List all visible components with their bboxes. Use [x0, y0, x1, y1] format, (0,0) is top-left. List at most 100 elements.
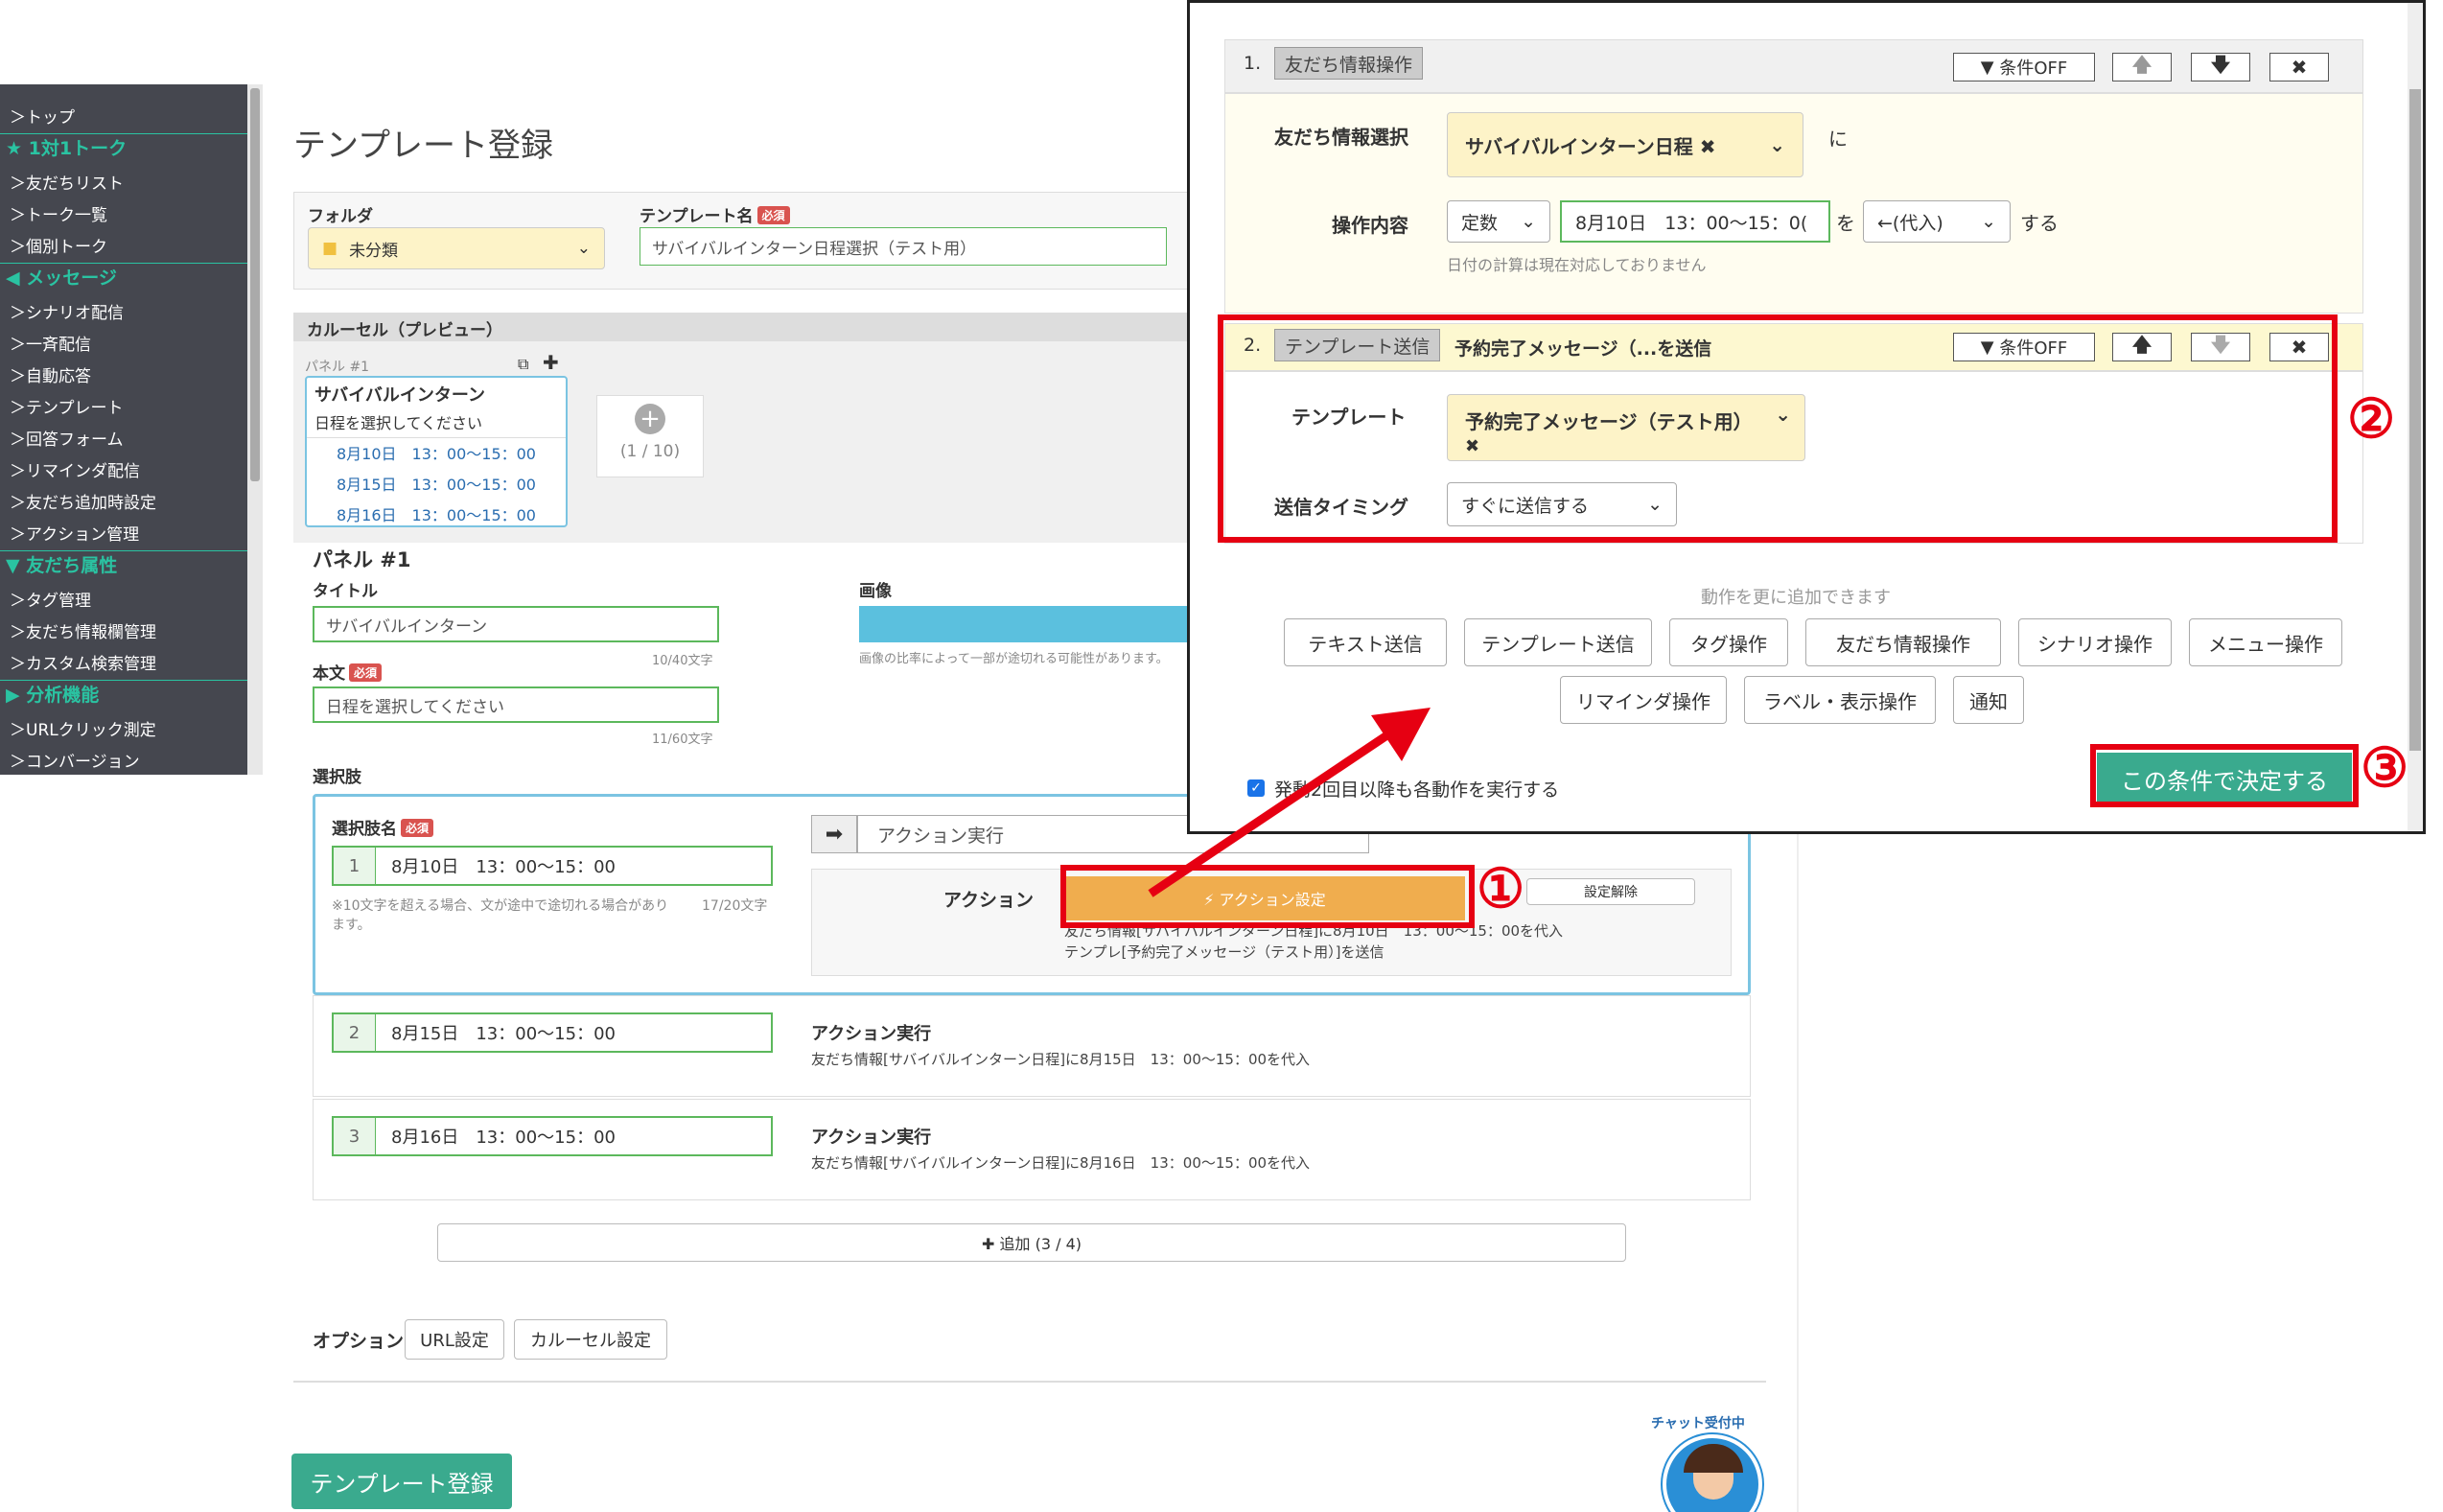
- panel-heading: パネル #1: [313, 548, 411, 571]
- action-desc: 友だち情報[サバイバルインターン日程]に8月15日 13：00〜15：00を代入: [811, 1051, 1311, 1068]
- choice-count: 17/20文字: [702, 898, 768, 914]
- carousel-setting-button[interactable]: カルーセル設定: [514, 1319, 667, 1360]
- operator-avatar: [1663, 1434, 1762, 1512]
- arrow-down-icon[interactable]: 🡇: [2191, 53, 2250, 81]
- friend-info-select[interactable]: サバイバルインターン日程 ✖ ⌄: [1447, 112, 1803, 177]
- sidebar-item[interactable]: ＞個別トーク: [10, 233, 107, 257]
- preview-title: サバイバルインターン: [314, 385, 486, 406]
- sidebar-section: ★ 1対1トーク: [0, 133, 247, 160]
- annotation-2: ②: [2347, 387, 2396, 451]
- add-action-button[interactable]: リマインダ操作: [1560, 676, 1727, 724]
- add-actions-note: 動作を更に追加できます: [1701, 588, 1891, 608]
- sidebar-item[interactable]: ＞コンバージョン: [10, 748, 140, 772]
- action-clear-button[interactable]: 設定解除: [1526, 878, 1695, 905]
- particle-wo: を: [1836, 212, 1855, 235]
- add-action-button[interactable]: タグ操作: [1669, 618, 1788, 666]
- action-desc: 友だち情報[サバイバルインターン日程]に8月16日 13：00〜15：00を代入: [811, 1154, 1311, 1172]
- body-count: 11/60文字: [652, 733, 713, 747]
- title-label: タイトル: [313, 582, 378, 601]
- option-label: オプション: [313, 1331, 405, 1352]
- friend-info-label: 友だち情報選択: [1274, 126, 1408, 149]
- sidebar: ＞トップ ★ 1対1トーク ＞友だちリスト ＞トーク一覧 ＞個別トーク ◀ メッセージ ＞シ…: [0, 84, 247, 775]
- chevron-down-icon: ⌄: [1521, 211, 1536, 232]
- folder-select[interactable]: ■ 未分類 ⌄: [308, 227, 605, 269]
- sidebar-item[interactable]: ＞一斉配信: [10, 331, 91, 355]
- date-note: 日付の計算は現在対応しておりません: [1447, 256, 1707, 274]
- modal-scrollbar[interactable]: [2408, 3, 2423, 831]
- preview-panel[interactable]: サバイバルインターン 日程を選択してください 8月10日 13：00〜15：00…: [305, 376, 568, 527]
- panel-counter: (1 / 10): [619, 442, 681, 461]
- plus-circle-icon: +: [635, 404, 665, 434]
- operation-value-input[interactable]: 8月10日 13：00〜15：0(: [1560, 200, 1830, 243]
- image-upload-area[interactable]: [859, 606, 1195, 642]
- template-header-card: フォルダ ■ 未分類 ⌄ テンプレート名 必須 サバイバルインターン日程選択（テス…: [293, 192, 1195, 290]
- sidebar-item[interactable]: ＞トーク一覧: [10, 201, 107, 225]
- add-action-button[interactable]: テンプレート送信: [1464, 618, 1652, 666]
- operation-type-select[interactable]: 定数 ⌄: [1447, 200, 1550, 243]
- action-title: アクション実行: [811, 1024, 932, 1044]
- sidebar-item[interactable]: ＞カスタム検索管理: [10, 650, 156, 674]
- add-panel-button[interactable]: + (1 / 10): [596, 395, 704, 477]
- plus-icon[interactable]: ✚: [543, 351, 559, 374]
- sidebar-item[interactable]: ＞友だち情報欄管理: [10, 618, 156, 642]
- filter-icon: ▼: [1980, 57, 1994, 78]
- sidebar-section: ◀ メッセージ: [0, 263, 247, 290]
- choice-input-2[interactable]: 2 8月15日 13：00〜15：00: [332, 1012, 773, 1053]
- operation-mode-select[interactable]: ←(代入) ⌄: [1863, 200, 2011, 243]
- sidebar-item[interactable]: ＞アクション管理: [10, 521, 139, 545]
- preview-panel-tag: パネル #1: [305, 360, 370, 375]
- sidebar-scrollbar[interactable]: [247, 84, 263, 775]
- sidebar-item[interactable]: ＞友だち追加時設定: [10, 489, 156, 513]
- chat-support-badge[interactable]: チャット受付中: [1630, 1413, 1783, 1512]
- sidebar-item[interactable]: ＞自動応答: [10, 362, 91, 386]
- body-textarea[interactable]: 日程を選択してください: [313, 686, 719, 723]
- add-action-button[interactable]: テキスト送信: [1284, 618, 1447, 666]
- image-note: 画像の比率によって一部が途切れる可能性があります。: [859, 652, 1169, 666]
- sidebar-item[interactable]: ＞タグ管理: [10, 587, 91, 611]
- preview-option[interactable]: 8月15日 13：00〜15：00: [307, 469, 566, 500]
- title-input[interactable]: サバイバルインターン: [313, 606, 719, 642]
- sidebar-item[interactable]: ＞リマインダ配信: [10, 457, 140, 481]
- sidebar-item[interactable]: ＞テンプレート: [10, 394, 124, 418]
- sidebar-item[interactable]: ＞友だちリスト: [10, 170, 124, 194]
- folder-value: 未分類: [349, 241, 399, 261]
- preview-option[interactable]: 8月10日 13：00〜15：00: [307, 438, 566, 469]
- sidebar-item[interactable]: ＞シナリオ配信: [10, 299, 124, 323]
- close-icon[interactable]: ✖: [2269, 53, 2329, 81]
- arrow-right-icon: ➡: [811, 815, 857, 853]
- action-title: アクション実行: [811, 1128, 932, 1148]
- choices-label: 選択肢: [313, 768, 361, 787]
- choice-input-3[interactable]: 3 8月16日 13：00〜15：00: [332, 1116, 773, 1156]
- copy-icon[interactable]: ⧉: [518, 355, 528, 374]
- template-name-label: テンプレート名 必須: [640, 202, 790, 226]
- add-action-button[interactable]: 通知: [1953, 676, 2024, 724]
- sidebar-section: ▼ 友だち属性: [0, 550, 247, 577]
- action-desc: テンプレ[予約完了メッセージ（テスト用）]を送信: [1064, 943, 1384, 961]
- add-action-button[interactable]: シナリオ操作: [2018, 618, 2172, 666]
- url-setting-button[interactable]: URL設定: [405, 1319, 504, 1360]
- add-choice-button[interactable]: ✚ 追加 (3 / 4): [437, 1223, 1626, 1262]
- template-name-input[interactable]: サバイバルインターン日程選択（テスト用）: [640, 227, 1167, 266]
- add-action-button[interactable]: ラベル・表示操作: [1744, 676, 1936, 724]
- arrow-up-icon[interactable]: 🡅: [2112, 53, 2172, 81]
- chevron-down-icon: ⌄: [1769, 133, 1785, 156]
- sidebar-item[interactable]: ＞回答フォーム: [10, 426, 124, 450]
- sidebar-section: ▶ 分析機能: [0, 680, 247, 707]
- red-arrow: [1148, 708, 1431, 897]
- sidebar-item[interactable]: ＞トップ: [10, 104, 75, 128]
- folder-icon: ■: [322, 239, 338, 258]
- sidebar-item[interactable]: ＞URLクリック測定: [10, 716, 156, 740]
- condition-off-button[interactable]: ▼ 条件OFF: [1953, 53, 2095, 81]
- divider: [293, 1381, 1766, 1383]
- chevron-down-icon: ⌄: [1981, 211, 1996, 232]
- add-action-button[interactable]: 友だち情報操作: [1805, 618, 2001, 666]
- step-index: 1.: [1244, 53, 1262, 74]
- preview-option[interactable]: 8月16日 13：00〜15：00: [307, 500, 566, 530]
- register-template-button[interactable]: テンプレート登録: [291, 1454, 512, 1509]
- page-title: テンプレート登録: [293, 127, 553, 165]
- title-count: 10/40文字: [652, 654, 713, 668]
- choice-note: ※10文字を超える場合、文が途中で途切れる場合があります。: [332, 898, 669, 933]
- highlight-box-3: [2090, 744, 2359, 807]
- choice-input-1[interactable]: 1 8月10日 13：00〜15：00: [332, 846, 773, 886]
- add-action-button[interactable]: メニュー操作: [2189, 618, 2342, 666]
